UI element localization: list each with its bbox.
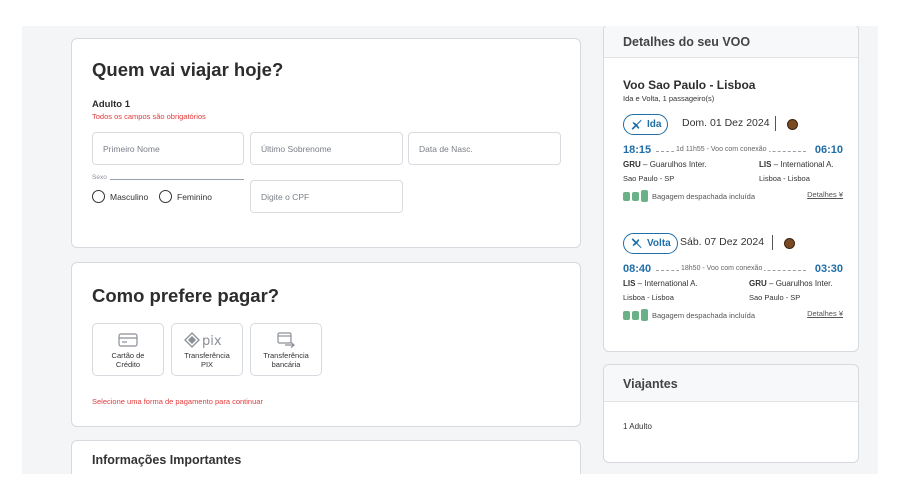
baggage-icon	[632, 191, 639, 201]
first-name-field[interactable]: Primeiro Nome	[92, 132, 244, 165]
airport-name: International A.	[644, 279, 698, 288]
baggage-info: Bagagem despachada incluída	[623, 190, 755, 202]
flight-details-title: Detalhes do seu VOO	[623, 35, 751, 49]
plane-departure-icon	[631, 119, 642, 130]
details-label: Detalhes	[807, 309, 837, 318]
airport-name: Guarulhos Inter.	[775, 279, 833, 288]
baggage-icon	[641, 309, 648, 321]
payment-label: Crédito	[115, 360, 141, 369]
leg-duration: 1d 11h55 - Voo com conexão	[674, 146, 769, 153]
route-subtitle: Ida e Volta, 1 passageiro(s)	[623, 94, 715, 103]
flight-details-header: Detalhes do seu VOO	[604, 26, 858, 58]
payment-label: PIX	[200, 360, 214, 369]
origin-city: Sao Paulo - SP	[623, 174, 675, 183]
important-info-card: Informações Importantes	[71, 440, 581, 474]
leg-duration: 18h50 - Voo com conexão	[679, 265, 765, 272]
plane-arrival-icon	[631, 238, 642, 249]
dest-city: Sao Paulo - SP	[749, 293, 801, 302]
airline-logo-icon	[784, 238, 795, 249]
required-note: Todos os campos são obrigatórios	[92, 112, 206, 121]
airport-code: GRU	[623, 160, 641, 169]
svg-text:pix: pix	[202, 334, 222, 348]
checkout-page: Quem vai viajar hoje? Adulto 1 Todos os …	[22, 26, 878, 474]
airport-code: LIS	[759, 160, 772, 169]
depart-time: 08:40	[623, 263, 652, 275]
bank-transfer-icon	[277, 332, 295, 348]
leg-date: Sáb. 07 Dez 2024	[680, 236, 765, 248]
travelers-header: Viajantes	[604, 365, 858, 402]
payment-error: Selecione uma forma de pagamento para co…	[92, 397, 263, 406]
origin-airport: LIS – International A.	[623, 279, 698, 288]
baggage-icon	[623, 310, 630, 320]
flight-details-card: Detalhes do seu VOO Voo Sao Paulo - Lisb…	[603, 26, 859, 352]
travelers-title: Viajantes	[623, 377, 678, 391]
leg-type: Volta	[647, 238, 671, 249]
baggage-text: Bagagem despachada incluída	[652, 310, 755, 320]
details-link[interactable]: Detalhes ¥	[807, 190, 843, 199]
travelers-card: Viajantes 1 Adulto	[603, 364, 859, 463]
last-name-field[interactable]: Último Sobrenome	[250, 132, 403, 165]
payment-option-credit-card[interactable]: Cartão de Crédito	[92, 323, 164, 376]
radio-feminino[interactable]: Feminino	[159, 190, 212, 203]
travelers-summary: 1 Adulto	[623, 422, 652, 431]
details-link[interactable]: Detalhes ¥	[807, 309, 843, 318]
depart-time: 18:15	[623, 144, 652, 156]
divider	[775, 116, 776, 131]
payment-title: Como prefere pagar?	[92, 285, 280, 306]
arrive-time: 06:10	[814, 144, 843, 156]
important-info-title: Informações Importantes	[92, 453, 242, 467]
passenger-card: Quem vai viajar hoje? Adulto 1 Todos os …	[71, 38, 581, 248]
baggage-icon	[632, 310, 639, 320]
origin-airport: GRU – Guarulhos Inter.	[623, 160, 707, 169]
origin-city: Lisboa - Lisboa	[623, 293, 674, 302]
radio-masculino[interactable]: Masculino	[92, 190, 148, 203]
airport-code: LIS	[623, 279, 636, 288]
dest-city: Lisboa - Lisboa	[759, 174, 810, 183]
baggage-icon	[623, 191, 630, 201]
airport-name: International A.	[780, 160, 834, 169]
dest-airport: GRU – Guarulhos Inter.	[749, 279, 833, 288]
passenger-title: Quem vai viajar hoje?	[92, 59, 284, 80]
adult-label: Adulto 1	[92, 99, 130, 110]
birth-date-field[interactable]: Data de Nasc.	[408, 132, 561, 165]
leg-badge-ida: Ida	[623, 114, 669, 135]
airline-logo-icon	[787, 119, 798, 130]
radio-label: Feminino	[177, 191, 212, 202]
payment-label: bancária	[271, 360, 301, 369]
baggage-icon	[641, 190, 648, 202]
chevron-down-icon: ¥	[838, 309, 843, 318]
dest-airport: LIS – International A.	[759, 160, 834, 169]
leg-type: Ida	[647, 119, 662, 130]
details-label: Detalhes	[807, 190, 837, 199]
radio-circle-icon	[92, 190, 105, 203]
payment-label: Transferência	[263, 351, 309, 360]
payment-card: Como prefere pagar? Cartão de Crédito pi…	[71, 262, 581, 427]
leg-date: Dom. 01 Dez 2024	[682, 117, 770, 129]
payment-option-bank-transfer[interactable]: Transferência bancária	[250, 323, 322, 376]
airport-code: GRU	[749, 279, 767, 288]
route-title: Voo Sao Paulo - Lisboa	[623, 78, 756, 92]
payment-label: Cartão de	[111, 351, 145, 360]
airport-name: Guarulhos Inter.	[649, 160, 707, 169]
sex-group: Sexo	[92, 174, 244, 181]
baggage-text: Bagagem despachada incluída	[652, 191, 755, 201]
cpf-field[interactable]: Digite o CPF	[250, 180, 403, 213]
sex-label: Sexo	[92, 174, 110, 181]
divider	[772, 235, 773, 250]
payment-label: Transferência	[184, 351, 230, 360]
radio-circle-icon	[159, 190, 172, 203]
baggage-info: Bagagem despachada incluída	[623, 309, 755, 321]
payment-option-pix[interactable]: pix Transferência PIX	[171, 323, 243, 376]
radio-label: Masculino	[110, 191, 149, 202]
arrive-time: 03:30	[814, 263, 843, 275]
credit-card-icon	[118, 333, 138, 347]
pix-icon: pix	[184, 332, 222, 348]
leg-badge-volta: Volta	[623, 233, 678, 254]
chevron-down-icon: ¥	[838, 190, 843, 199]
